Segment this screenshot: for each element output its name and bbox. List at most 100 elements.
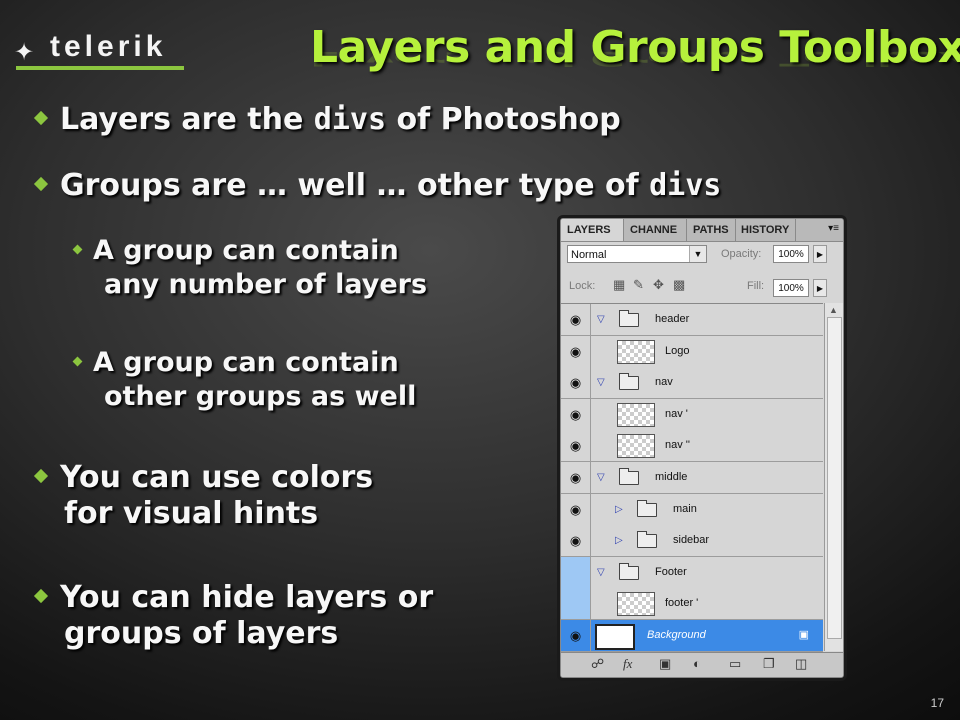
bullet-line: groups of layers (64, 616, 339, 651)
bullet-line: You can use colors (60, 460, 374, 495)
collapse-triangle-icon[interactable]: ▷ (615, 535, 623, 546)
sub-bullet-any-number: A group can contain any number of layers (72, 234, 427, 302)
layer-thumbnail (595, 624, 635, 650)
bullet-marker (33, 110, 49, 126)
visibility-eye-icon[interactable]: ◉ (561, 304, 591, 335)
opacity-input[interactable]: 100% (773, 245, 809, 263)
blend-mode-select[interactable]: Normal ▼ (567, 245, 707, 263)
fill-input[interactable]: 100% (773, 279, 809, 297)
folder-icon (619, 373, 639, 391)
layer-list: ◉ ▽ header ◉ Logo ◉ ▽ nav ◉ nav ' ◉ nav '' ◉ ▽ middle ◉… (561, 303, 823, 652)
mask-icon[interactable]: ▣ (659, 656, 671, 672)
panel-footer: ☍ fx ▣ ◐ ▭ ❐ ◫ (561, 652, 843, 677)
bullet-colors: You can use colors for visual hints (33, 460, 374, 532)
sub-bullet-other-groups: A group can contain other groups as well (72, 346, 416, 414)
layer-row[interactable]: ◉ Logo (561, 335, 823, 368)
expand-triangle-icon[interactable]: ▽ (597, 472, 605, 483)
lock-icon: ▣ (798, 629, 809, 641)
expand-triangle-icon[interactable]: ▽ (597, 567, 605, 578)
layer-group-row[interactable]: ◉ ▽ nav (561, 367, 823, 400)
lock-label: Lock: (569, 280, 596, 292)
tab-channels[interactable]: CHANNE (624, 219, 687, 241)
layer-group-row[interactable]: ◉ ▷ main (561, 493, 823, 526)
layer-row[interactable]: ◉ nav ' (561, 398, 823, 431)
lock-all-icon[interactable]: ▩ (673, 277, 685, 293)
folder-icon (637, 499, 657, 517)
bullet-text: Groups are … well … other type of (60, 168, 650, 203)
lock-transparent-icon[interactable]: ▦ (613, 277, 625, 293)
visibility-eye-icon[interactable]: ◉ (561, 335, 591, 367)
bullet-text: of Photoshop (386, 102, 621, 137)
layer-thumbnail (617, 339, 655, 364)
layer-name: header (655, 313, 690, 325)
bullet-code: divs (313, 102, 387, 137)
visibility-eye-icon[interactable]: ◉ (561, 620, 591, 651)
fx-icon[interactable]: fx (623, 656, 632, 672)
lock-row: Lock: ▦ ✎ ✥ ▩ Fill: 100% ▶ (567, 277, 837, 297)
visibility-eye-icon[interactable]: ◉ (561, 462, 591, 493)
bullet-line: for visual hints (64, 496, 319, 531)
scrollbar-thumb[interactable] (827, 317, 842, 639)
layer-name: middle (655, 471, 688, 483)
page-number: 17 (930, 696, 944, 710)
folder-icon (619, 468, 639, 485)
layer-name: Footer (655, 565, 687, 578)
layer-group-row[interactable]: ◉ ▷ sidebar (561, 525, 823, 558)
layer-group-row[interactable]: ◉ ▽ middle (561, 462, 823, 494)
bullet-code: divs (649, 168, 722, 203)
layer-thumbnail (617, 592, 655, 617)
panel-menu-icon[interactable]: ▾≡ (828, 223, 839, 234)
fill-arrow-icon[interactable]: ▶ (813, 279, 827, 297)
visibility-eye-icon[interactable]: ◉ (561, 525, 591, 557)
visibility-eye-icon[interactable]: ◉ (561, 588, 591, 620)
bullet-marker (33, 468, 49, 484)
layer-row[interactable]: ◉ footer ' (561, 588, 823, 621)
blend-mode-value: Normal (571, 249, 607, 261)
layer-name: footer ' (665, 597, 699, 610)
bullet-groups: Groups are … well … other type of divs (33, 168, 722, 204)
fill-label: Fill: (747, 280, 765, 292)
collapse-triangle-icon[interactable]: ▷ (615, 504, 623, 515)
layer-name: Background (647, 629, 706, 641)
opacity-label: Opacity: (721, 248, 762, 260)
trash-icon[interactable]: ◫ (795, 656, 807, 672)
layer-row[interactable]: ◉ nav '' (561, 430, 823, 463)
visibility-eye-icon[interactable]: ◉ (561, 398, 591, 430)
folder-icon (619, 310, 639, 327)
sub-bullet-line: A group can contain (93, 235, 399, 266)
lock-move-icon[interactable]: ✥ (653, 277, 664, 293)
visibility-eye-icon[interactable]: ◉ (561, 430, 591, 462)
visibility-eye-icon[interactable]: ◉ (561, 493, 591, 525)
new-layer-icon[interactable]: ❐ (763, 656, 775, 672)
visibility-eye-icon[interactable]: ◉ (561, 367, 591, 399)
scroll-up-icon[interactable]: ▲ (829, 305, 838, 315)
bullet-text: Layers are the (60, 102, 314, 137)
opacity-arrow-icon[interactable]: ▶ (813, 245, 827, 263)
new-group-icon[interactable]: ▭ (729, 656, 741, 672)
visibility-eye-icon[interactable]: ◉ (561, 556, 591, 588)
slide-title: Layers and Groups Toolbox (310, 22, 960, 73)
telerik-logo: ✦ telerik (14, 30, 186, 74)
layer-name: sidebar (673, 534, 710, 547)
tab-paths[interactable]: PATHS (687, 219, 736, 241)
layer-group-row[interactable]: ◉ ▽ header (561, 304, 823, 336)
adjustment-icon[interactable]: ◐ (693, 656, 701, 671)
expand-triangle-icon[interactable]: ▽ (597, 377, 605, 388)
layer-list-scrollbar[interactable]: ▲ (824, 303, 843, 651)
logo-underline (16, 66, 184, 70)
layer-thumbnail (617, 434, 655, 459)
layer-row[interactable]: ◉ Background ▣ (561, 620, 823, 652)
bullet-line: You can hide layers or (60, 580, 434, 615)
tab-history[interactable]: HISTORY (735, 219, 796, 241)
link-icon[interactable]: ☍ (591, 656, 604, 672)
layer-name: nav ' (665, 407, 688, 420)
layers-panel: LAYERS CHANNE PATHS HISTORY ▾≡ Normal ▼ O… (560, 218, 844, 678)
expand-triangle-icon[interactable]: ▽ (597, 314, 605, 325)
layer-name: main (673, 502, 697, 515)
layer-group-row[interactable]: ◉ ▽ Footer (561, 556, 823, 589)
lock-brush-icon[interactable]: ✎ (633, 277, 644, 293)
bullet-layers: Layers are the divs of Photoshop (33, 102, 621, 138)
bullet-marker (33, 588, 49, 604)
panel-tabs: LAYERS CHANNE PATHS HISTORY ▾≡ (561, 219, 843, 242)
tab-layers[interactable]: LAYERS (561, 219, 624, 241)
